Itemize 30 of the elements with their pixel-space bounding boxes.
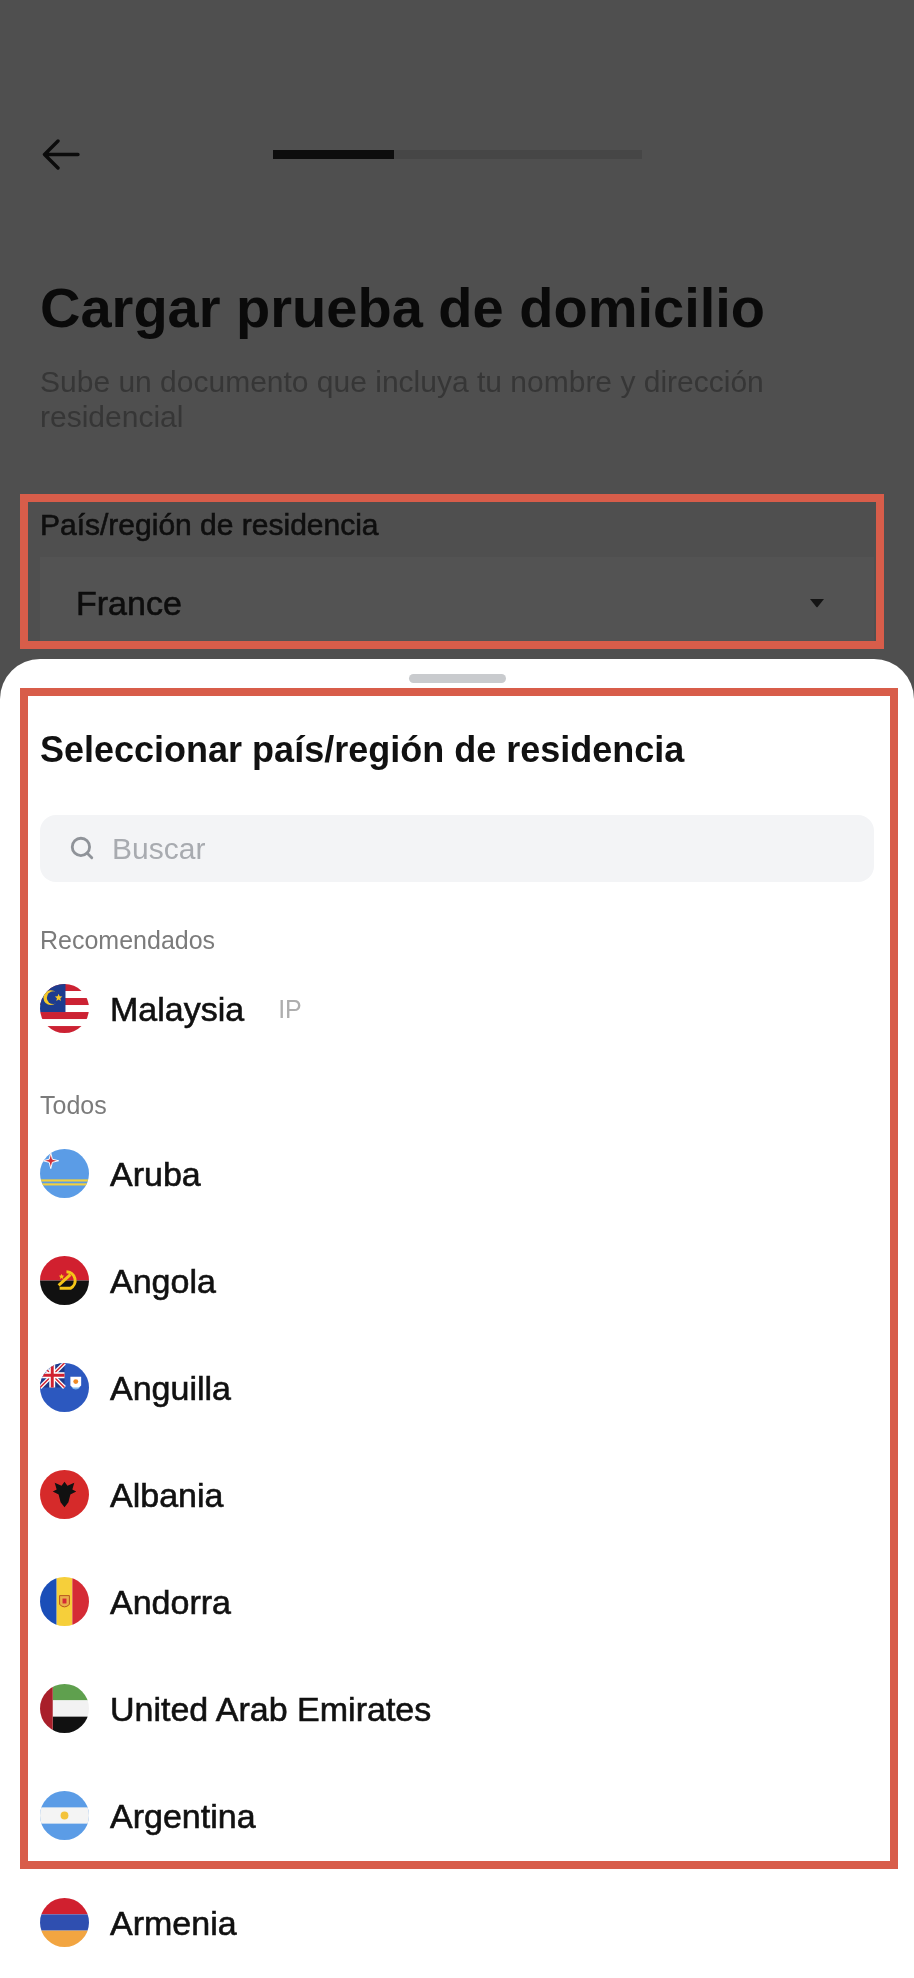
sheet-title: Seleccionar país/región de residencia	[40, 728, 686, 772]
angola-flag-icon	[40, 1256, 89, 1305]
country-option[interactable]: Angola	[40, 1256, 216, 1305]
search-field[interactable]: Buscar	[40, 815, 874, 882]
caret-down-icon	[809, 598, 825, 608]
country-option[interactable]: Albania	[40, 1470, 224, 1519]
albania-flag-icon	[40, 1470, 89, 1519]
uae-flag-icon	[40, 1684, 89, 1733]
malaysia-flag-icon	[40, 984, 89, 1033]
anguilla-flag-icon	[40, 1363, 89, 1412]
back-arrow-icon	[42, 138, 80, 170]
field-label: País/región de residencia	[40, 507, 380, 543]
andorra-flag-icon	[40, 1577, 89, 1626]
section-heading: Todos	[40, 1090, 108, 1120]
country-option[interactable]: Argentina	[40, 1791, 256, 1840]
country-option[interactable]: Malaysia	[40, 984, 245, 1033]
section-heading: Recomendados	[40, 925, 217, 955]
source-tag: IP	[278, 993, 302, 1024]
argentina-flag-icon	[40, 1791, 89, 1840]
country-option[interactable]: Armenia	[40, 1898, 237, 1947]
country-option[interactable]: Aruba	[40, 1149, 201, 1198]
back-button[interactable]	[42, 138, 80, 170]
search-icon	[69, 835, 95, 861]
country-option[interactable]: Andorra	[40, 1577, 231, 1626]
armenia-flag-icon	[40, 1898, 89, 1947]
aruba-flag-icon	[40, 1149, 89, 1198]
drag-handle[interactable]	[408, 674, 506, 683]
country-option[interactable]: United Arab Emirates	[40, 1684, 432, 1733]
country-option[interactable]: Anguilla	[40, 1363, 231, 1412]
page-title: Cargar prueba de domicilio	[40, 276, 767, 340]
